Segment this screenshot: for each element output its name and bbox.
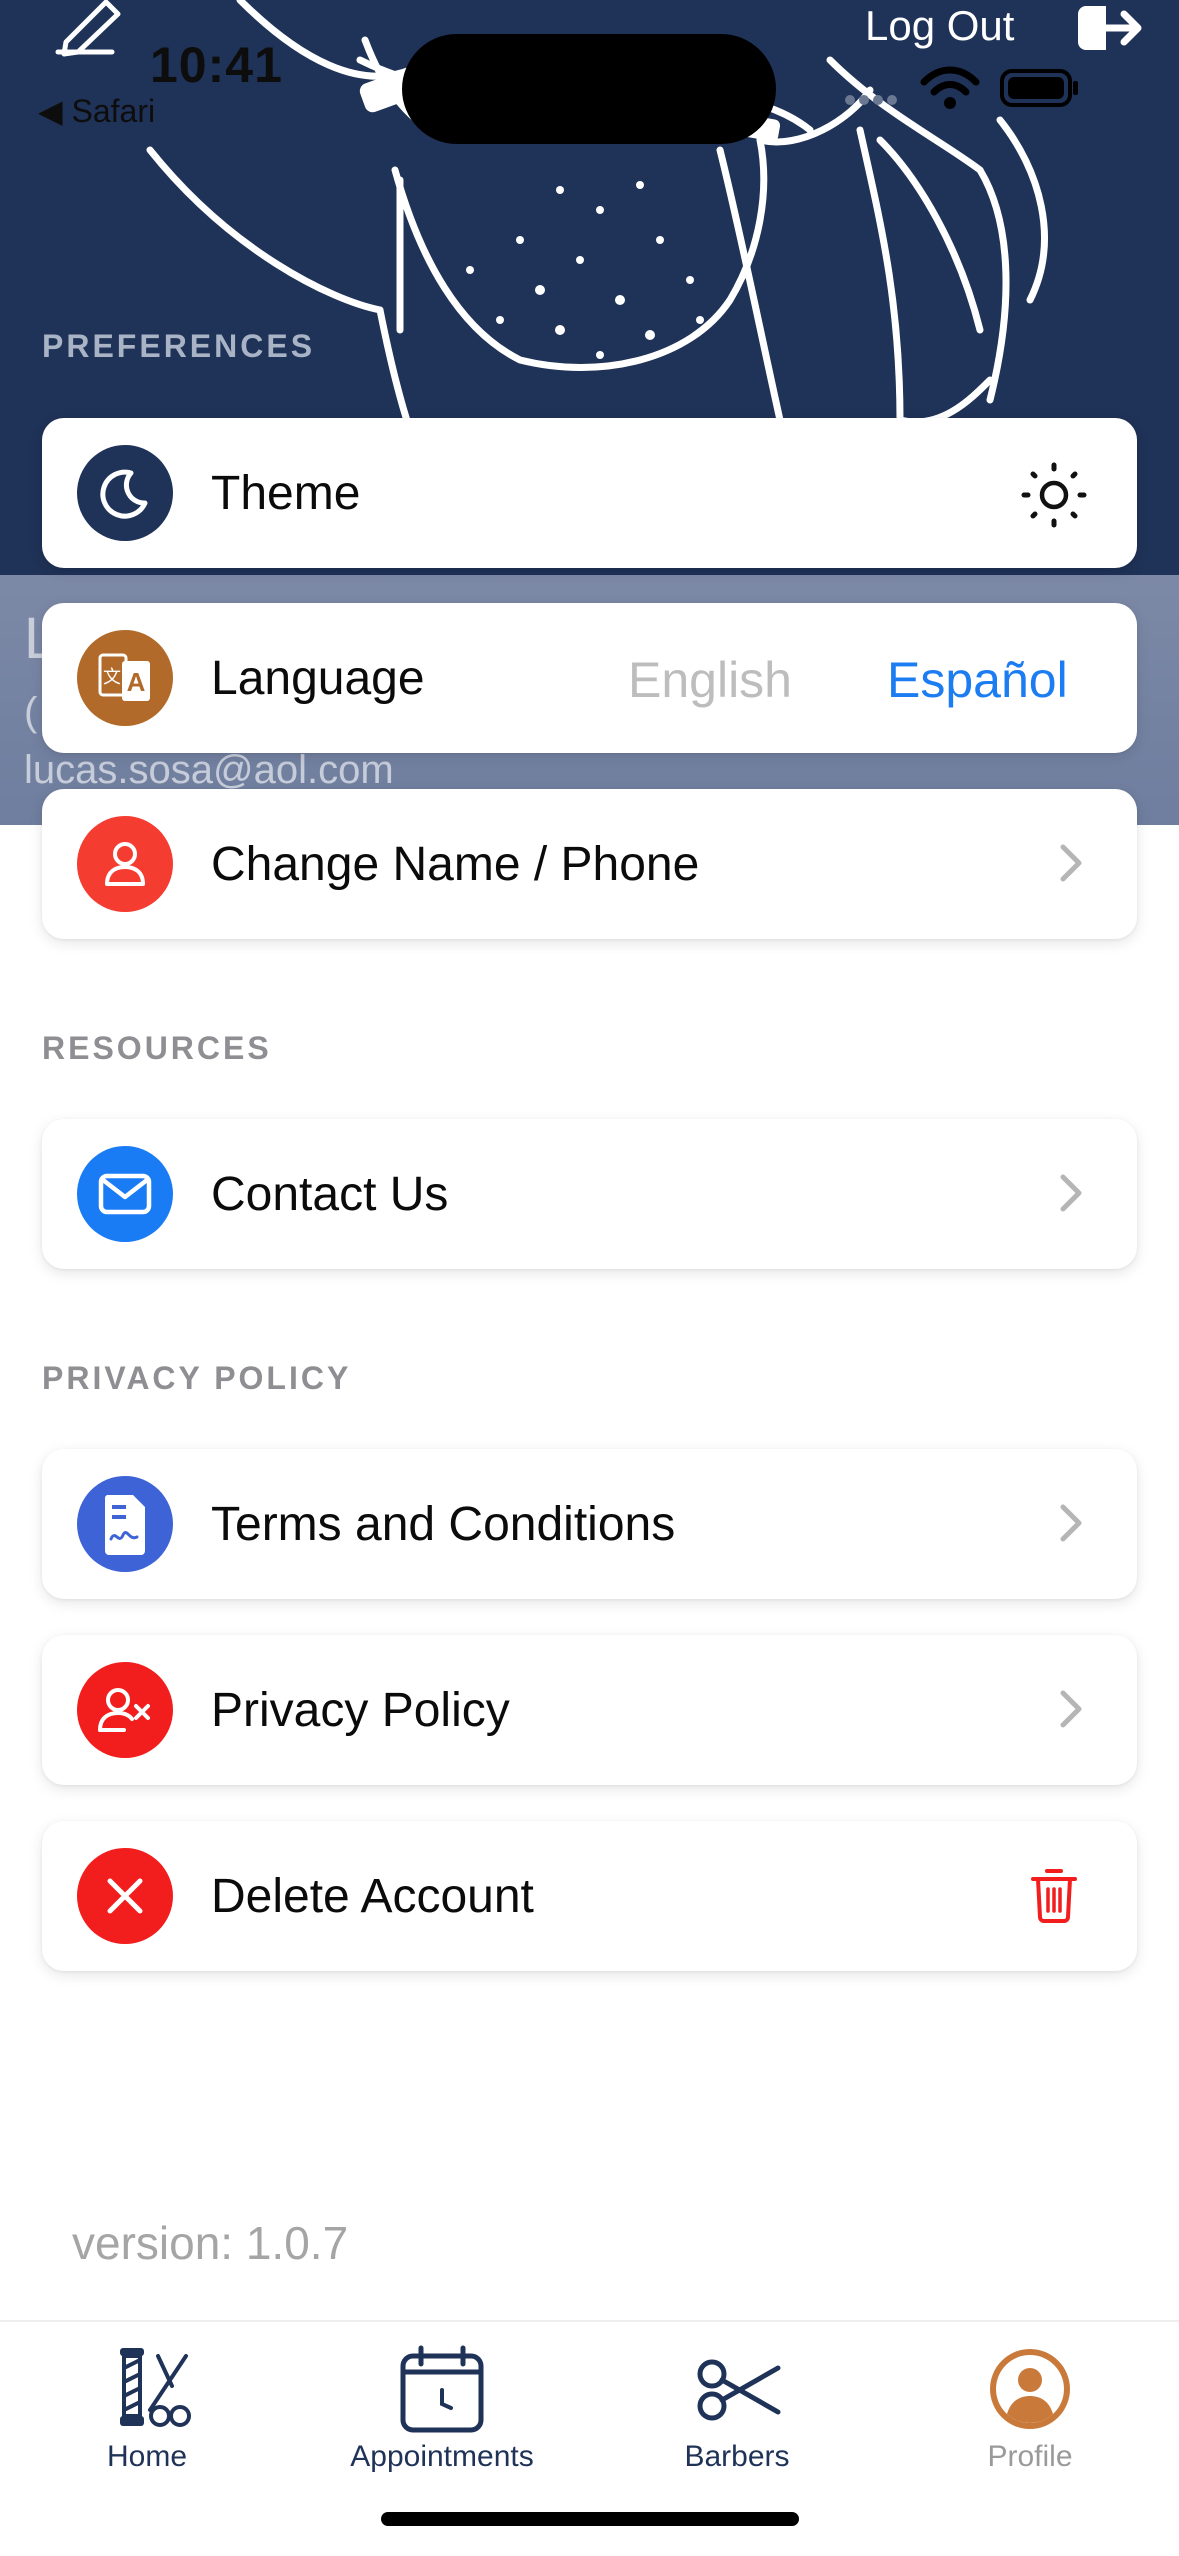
contact-row[interactable]: Contact Us [42, 1119, 1137, 1269]
battery-icon [1000, 68, 1080, 113]
tab-barbers-label: Barbers [684, 2440, 790, 2473]
language-row: A 文 Language English Español [42, 603, 1137, 753]
wifi-icon [920, 66, 980, 115]
delete-account-row[interactable]: Delete Account [42, 1821, 1137, 1971]
document-icon [77, 1476, 173, 1572]
contact-label: Contact Us [211, 1168, 449, 1221]
terms-row[interactable]: Terms and Conditions [42, 1449, 1137, 1599]
envelope-icon [77, 1146, 173, 1242]
language-label: Language [211, 652, 425, 705]
user-x-icon [77, 1662, 173, 1758]
change-name-label: Change Name / Phone [211, 838, 700, 891]
privacy-label: Privacy Policy [211, 1684, 510, 1737]
svg-text:A: A [127, 667, 146, 697]
section-preferences: PREFERENCES [42, 328, 316, 364]
tab-home-label: Home [106, 2440, 188, 2473]
tab-appointments[interactable]: Appointments [312, 2344, 572, 2474]
profile-phone: ( [24, 690, 38, 734]
chevron-right-icon [1059, 1171, 1085, 1220]
section-privacy: PRIVACY POLICY [42, 1360, 352, 1396]
language-option-spanish[interactable]: Español [887, 651, 1068, 709]
chevron-right-icon [1059, 1687, 1085, 1736]
scissors-icon [697, 2359, 781, 2421]
logout-icon[interactable] [1074, 0, 1146, 61]
calendar-icon [400, 2345, 484, 2433]
x-icon [77, 1848, 173, 1944]
person-icon [77, 816, 173, 912]
app-version: version: 1.0.7 [72, 2217, 349, 2269]
privacy-row[interactable]: Privacy Policy [42, 1635, 1137, 1785]
barber-pole-icon [120, 2348, 191, 2427]
tab-barbers[interactable]: Barbers [607, 2344, 867, 2474]
chevron-right-icon [1059, 1501, 1085, 1550]
translate-icon: A 文 [77, 630, 173, 726]
logout-button[interactable]: Log Out [865, 0, 1014, 52]
edit-icon[interactable] [52, 0, 122, 65]
theme-label: Theme [211, 467, 361, 520]
dynamic-island [402, 34, 776, 144]
back-to-app-link[interactable]: ◀ Safari [38, 92, 155, 130]
cellular-signal-icon [842, 92, 902, 113]
status-time: 10:41 [150, 37, 283, 93]
profile-icon [990, 2349, 1070, 2429]
tab-profile[interactable]: Profile [900, 2344, 1160, 2474]
tab-profile-label: Profile [987, 2440, 1073, 2473]
change-name-row[interactable]: Change Name / Phone [42, 789, 1137, 939]
language-option-english[interactable]: English [628, 651, 792, 709]
terms-label: Terms and Conditions [211, 1498, 676, 1551]
status-bar: 10:41 ◀ Safari Log Out [0, 0, 1179, 144]
sun-icon[interactable] [1021, 462, 1087, 533]
home-indicator [381, 2512, 799, 2526]
trash-icon[interactable] [1031, 1867, 1077, 1928]
tab-appointments-label: Appointments [350, 2440, 534, 2473]
theme-row[interactable]: Theme [42, 418, 1137, 568]
delete-account-label: Delete Account [211, 1870, 534, 1923]
tab-home[interactable]: Home [17, 2344, 277, 2474]
section-resources: RESOURCES [42, 1030, 272, 1066]
svg-text:文: 文 [103, 667, 121, 688]
profile-email: lucas.sosa@aol.com [24, 748, 394, 792]
moon-icon [77, 445, 173, 541]
chevron-right-icon [1059, 841, 1085, 890]
